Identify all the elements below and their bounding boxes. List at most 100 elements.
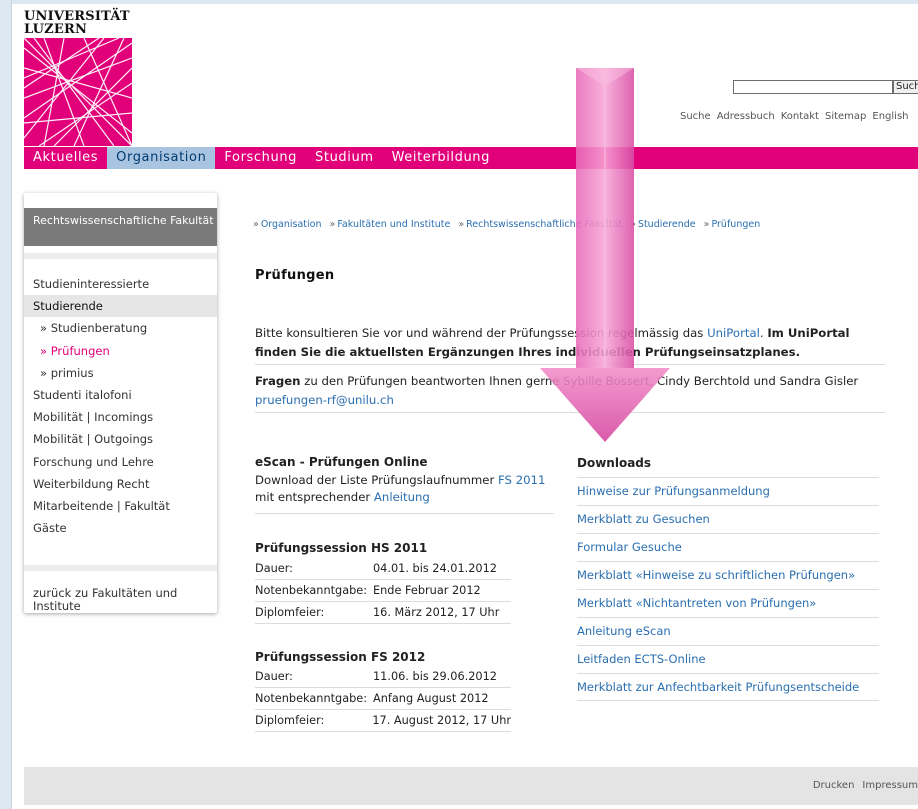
escan-title: eScan - Prüfungen Online (255, 455, 428, 469)
session-value: 16. März 2012, 17 Uhr (373, 606, 500, 619)
top-link-suche[interactable]: Suche (680, 111, 711, 122)
fragen-text: zu den Prüfungen beantworten Ihnen gerne… (300, 374, 859, 388)
breadcrumb-link-organisation[interactable]: Organisation (261, 219, 322, 230)
session-value: 17. August 2012, 17 Uhr (372, 714, 511, 727)
fragen-bold: Fragen (255, 374, 301, 388)
table-row: Notenbekanntgabe: Ende Februar 2012 (255, 580, 511, 602)
contact-paragraph: Fragen zu den Prüfungen beantworten Ihne… (255, 372, 885, 410)
breadcrumb-item: » Rechtswissenschaftliche Fakultät (458, 219, 622, 230)
sidebar-item-studierende[interactable]: Studierende (24, 295, 217, 318)
download-link-merkblatt-gesuche[interactable]: Merkblatt zu Gesuchen (577, 505, 879, 533)
sidebar-list: Studieninteressierte Studierende » Studi… (24, 273, 217, 539)
window-frame-left (0, 0, 12, 809)
download-link-ects-online[interactable]: Leitfaden ECTS-Online (577, 645, 879, 673)
window-frame-top (0, 0, 918, 4)
sidebar-back-link[interactable]: zurück zu Fakultäten und Institute (33, 587, 203, 613)
session-key: Dauer: (255, 562, 293, 575)
breadcrumb-separator: » (329, 219, 336, 230)
sidebar-divider-bottom (24, 565, 217, 571)
sidebar-item-studenti-italofoni[interactable]: Studenti italofoni (24, 384, 217, 406)
footer-link-drucken[interactable]: Drucken (813, 780, 855, 791)
session-table-fs2012: Dauer: 11.06. bis 29.06.2012 Notenbekannt… (255, 666, 511, 732)
breadcrumb-link-pruefungen[interactable]: Prüfungen (711, 219, 760, 230)
escan-anleitung-link[interactable]: Anleitung (374, 490, 430, 504)
nav-item-studium[interactable]: Studium (306, 147, 383, 169)
footer-links: Drucken Impressum (813, 780, 918, 791)
downloads-title: Downloads (577, 456, 652, 470)
session-key: Diplomfeier: (255, 714, 325, 727)
top-link-english[interactable]: English (872, 111, 908, 122)
breadcrumb-separator: » (253, 219, 259, 230)
breadcrumb-item: » Fakultäten und Institute (330, 219, 451, 230)
session-value: Ende Februar 2012 (373, 584, 481, 597)
session-key: Notenbekanntgabe: (255, 584, 368, 597)
breadcrumb-link-fakultaeten[interactable]: Fakultäten und Institute (337, 219, 450, 230)
divider (255, 412, 885, 413)
session-value: Anfang August 2012 (373, 692, 489, 705)
escan-text-2: mit entsprechender (255, 490, 374, 504)
sidebar-header[interactable]: Rechtswissenschaftliche Fakultät (24, 208, 217, 246)
sidebar-item-mobilitaet-incomings[interactable]: Mobilität | Incomings (24, 406, 217, 428)
escan-text-1: Download der Liste Prüfungslaufnummer (255, 473, 498, 487)
sidebar-item-weiterbildung-recht[interactable]: Weiterbildung Recht (24, 473, 217, 495)
table-row: Diplomfeier: 16. März 2012, 17 Uhr (255, 602, 511, 624)
sidebar-item-studieninteressierte[interactable]: Studieninteressierte (24, 273, 217, 295)
breadcrumb-separator: » (703, 219, 710, 230)
breadcrumb: » Organisation » Fakultäten und Institute … (253, 219, 760, 230)
sidebar-item-pruefungen[interactable]: » Prüfungen (24, 340, 217, 362)
downloads-list: Hinweise zur Prüfungsanmeldung Merkblatt… (577, 477, 879, 701)
breadcrumb-item: » Studierende (630, 219, 696, 230)
intro-paragraph: Bitte konsultieren Sie vor und während d… (255, 324, 885, 362)
footer-link-impressum[interactable]: Impressum (862, 780, 918, 791)
escan-text: Download der Liste Prüfungslaufnummer FS… (255, 472, 555, 506)
main-nav: Aktuelles Organisation Forschung Studium… (24, 147, 918, 169)
download-link-anleitung-escan[interactable]: Anleitung eScan (577, 617, 879, 645)
page-title: Prüfungen (255, 268, 335, 283)
footer: Drucken Impressum (24, 767, 918, 805)
session-title-hs2011: Prüfungssession HS 2011 (255, 541, 428, 555)
session-key: Diplomfeier: (255, 606, 325, 619)
university-logo[interactable]: UNIVERSITÄT LUZERN (24, 10, 132, 146)
sidebar-item-studienberatung[interactable]: » Studienberatung (24, 317, 217, 339)
sidebar-item-mobilitaet-outgoings[interactable]: Mobilität | Outgoings (24, 428, 217, 450)
table-row: Dauer: 04.01. bis 24.01.2012 (255, 558, 511, 580)
nav-item-aktuelles[interactable]: Aktuelles (24, 147, 107, 169)
breadcrumb-item: » Prüfungen (704, 219, 761, 230)
session-key: Notenbekanntgabe: (255, 692, 368, 705)
table-row: Dauer: 11.06. bis 29.06.2012 (255, 666, 511, 688)
logo-pattern-icon (24, 38, 132, 146)
table-row: Notenbekanntgabe: Anfang August 2012 (255, 688, 511, 710)
sidebar-item-gaeste[interactable]: Gäste (24, 517, 217, 539)
session-key: Dauer: (255, 670, 293, 683)
session-title-fs2012: Prüfungssession FS 2012 (255, 650, 426, 664)
nav-item-organisation[interactable]: Organisation (107, 147, 216, 169)
session-value: 04.01. bis 24.01.2012 (373, 562, 497, 575)
download-link-schriftliche-pruefungen[interactable]: Merkblatt «Hinweise zu schriftlichen Prü… (577, 561, 879, 589)
sidebar-item-primius[interactable]: » primius (24, 362, 217, 384)
search-input[interactable] (733, 80, 893, 94)
logo-text-line2: LUZERN (24, 22, 88, 37)
uniportal-link[interactable]: UniPortal (707, 326, 760, 340)
email-link[interactable]: pruefungen-rf@unilu.ch (255, 393, 394, 407)
breadcrumb-link-rechtswiss[interactable]: Rechtswissenschaftliche Fakultät (466, 219, 622, 230)
sidebar-item-forschung-lehre[interactable]: Forschung und Lehre (24, 451, 217, 473)
top-link-adressbuch[interactable]: Adressbuch (717, 111, 775, 122)
top-links: Suche Adressbuch Kontakt Sitemap English (680, 111, 909, 122)
session-value: 11.06. bis 29.06.2012 (373, 670, 497, 683)
table-row: Diplomfeier: 17. August 2012, 17 Uhr (255, 710, 511, 732)
sidebar-divider (24, 253, 217, 259)
download-link-pruefungsanmeldung[interactable]: Hinweise zur Prüfungsanmeldung (577, 477, 879, 505)
nav-item-weiterbildung[interactable]: Weiterbildung (383, 147, 499, 169)
top-link-sitemap[interactable]: Sitemap (825, 111, 866, 122)
download-link-anfechtbarkeit[interactable]: Merkblatt zur Anfechtbarkeit Prüfungsent… (577, 673, 879, 701)
session-table-hs2011: Dauer: 04.01. bis 24.01.2012 Notenbekannt… (255, 558, 511, 624)
sidebar-item-mitarbeitende[interactable]: Mitarbeitende | Fakultät (24, 495, 217, 517)
top-link-kontakt[interactable]: Kontakt (781, 111, 819, 122)
download-link-formular-gesuche[interactable]: Formular Gesuche (577, 533, 879, 561)
breadcrumb-separator: » (458, 219, 465, 230)
download-link-nichtantreten[interactable]: Merkblatt «Nichtantreten von Prüfungen» (577, 589, 879, 617)
nav-item-forschung[interactable]: Forschung (215, 147, 306, 169)
breadcrumb-link-studierende[interactable]: Studierende (638, 219, 696, 230)
escan-fs2011-link[interactable]: FS 2011 (498, 473, 545, 487)
search-button[interactable]: Suche (893, 80, 918, 94)
